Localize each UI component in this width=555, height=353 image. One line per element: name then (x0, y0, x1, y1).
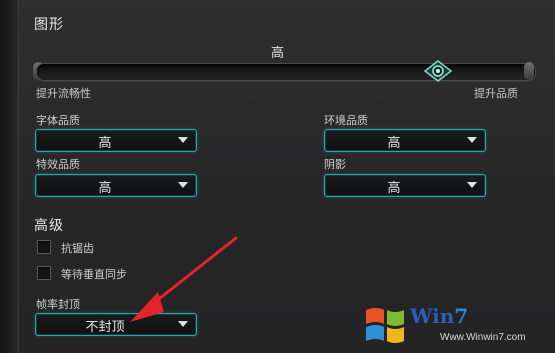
effects-quality-value: 高 (98, 181, 112, 196)
antialiasing-checkbox[interactable] (37, 240, 51, 254)
watermark-url: Www.Winwin7.com (440, 332, 526, 343)
slider-left-label: 提升流畅性 (36, 87, 91, 100)
watermark-brand: Win7 (410, 304, 468, 328)
chevron-down-icon (467, 137, 477, 143)
chevron-down-icon (178, 321, 188, 327)
advanced-section-title: 高级 (34, 218, 64, 234)
font-quality-value: 高 (98, 136, 112, 151)
shadows-value: 高 (387, 181, 401, 196)
chevron-down-icon (467, 182, 477, 188)
shadows-dropdown[interactable]: 高 (324, 174, 486, 197)
graphics-section-title: 图形 (34, 17, 64, 33)
frame-cap-dropdown[interactable]: 不封顶 (35, 313, 197, 336)
frame-cap-value: 不封顶 (85, 320, 125, 335)
chevron-down-icon (178, 137, 188, 143)
vsync-label: 等待垂直同步 (61, 268, 127, 281)
antialiasing-label: 抗锯齿 (61, 242, 94, 255)
slider-right-label: 提升品质 (474, 87, 518, 100)
effects-quality-dropdown[interactable]: 高 (35, 174, 197, 197)
quality-slider[interactable] (36, 63, 536, 81)
watermark-brand-suffix: 7 (454, 304, 469, 328)
environment-quality-dropdown[interactable]: 高 (324, 129, 486, 152)
font-quality-label: 字体品质 (36, 114, 80, 127)
chevron-down-icon (178, 182, 188, 188)
slider-right-cap (524, 62, 534, 80)
effects-quality-label: 特效品质 (36, 158, 80, 171)
shadows-label: 阴影 (324, 158, 346, 171)
watermark-brand-prefix: Win (410, 304, 455, 328)
frame-cap-label: 帧率封顶 (36, 298, 80, 311)
slider-thumb[interactable] (423, 60, 453, 82)
font-quality-dropdown[interactable]: 高 (35, 129, 197, 152)
environment-quality-label: 环境品质 (324, 114, 368, 127)
environment-quality-value: 高 (387, 136, 401, 151)
vsync-checkbox[interactable] (37, 266, 51, 280)
overall-quality-value: 高 (270, 46, 284, 61)
